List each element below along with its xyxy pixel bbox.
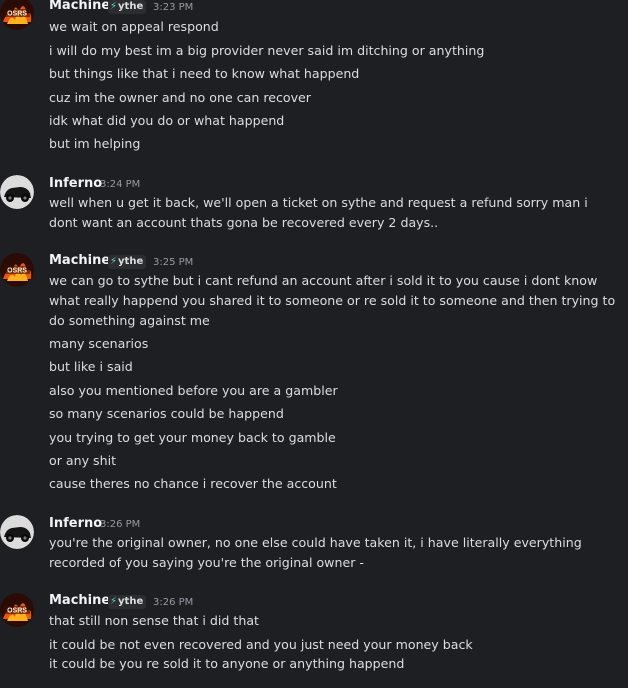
message-text: it could be not even recovered and you j… [49, 637, 473, 652]
message-text: you're the original owner, no one else c… [49, 535, 582, 570]
message-text: or any shit [49, 453, 117, 468]
avatar-machine[interactable]: OSRS [0, 0, 34, 30]
lightning-bolt-icon: ⚡ [110, 256, 118, 267]
message-text: that still non sense that i did that [49, 613, 259, 628]
message-text: so many scenarios could be happend [49, 406, 284, 421]
avatar-machine[interactable]: OSRS [0, 253, 34, 287]
message-text: you trying to get your money back to gam… [49, 430, 336, 445]
message-text: it could be you re sold it to anyone or … [49, 656, 405, 671]
message-text: but like i said [49, 359, 133, 374]
message-text: well when u get it back, we'll open a ti… [49, 195, 588, 230]
message-text: many scenarios [49, 336, 149, 351]
lightning-bolt-icon: ⚡ [110, 596, 118, 607]
avatar-inferno[interactable] [0, 175, 34, 209]
message-text: i will do my best im a big provider neve… [49, 43, 485, 58]
username[interactable]: Machine [49, 0, 110, 13]
avatar-inferno[interactable] [0, 515, 34, 549]
message-text: but things like that i need to know what… [49, 66, 360, 81]
timestamp[interactable]: 3:24 PM [100, 179, 140, 190]
message-text: we can go to sythe but i cant refund an … [49, 273, 616, 328]
message-text: also you mentioned before you are a gamb… [49, 383, 338, 398]
user-tag[interactable]: ⚡ythe [108, 255, 147, 269]
timestamp[interactable]: 3:23 PM [153, 2, 193, 13]
username[interactable]: Inferno [49, 516, 102, 531]
username[interactable]: Machine [49, 253, 110, 268]
timestamp[interactable]: 3:26 PM [153, 597, 193, 608]
chat-message-list: OSRS Machine ⚡ythe 3:23 PM we wait on ap… [0, 0, 628, 688]
message-text: cause theres no chance i recover the acc… [49, 476, 337, 491]
username[interactable]: Machine [49, 593, 110, 608]
message-text: but im helping [49, 136, 141, 151]
avatar-machine[interactable]: OSRS [0, 593, 34, 627]
timestamp[interactable]: 3:25 PM [153, 257, 193, 268]
message-text: idk what did you do or what happend [49, 113, 285, 128]
message-text: cuz im the owner and no one can recover [49, 90, 311, 105]
svg-text:OSRS: OSRS [7, 11, 27, 18]
timestamp[interactable]: 3:26 PM [100, 519, 140, 530]
username[interactable]: Inferno [49, 176, 102, 191]
user-tag[interactable]: ⚡ythe [108, 0, 147, 14]
message-text: we wait on appeal respond [49, 19, 219, 34]
svg-text:OSRS: OSRS [7, 268, 27, 275]
svg-text:OSRS: OSRS [7, 608, 27, 615]
user-tag[interactable]: ⚡ythe [108, 595, 147, 609]
lightning-bolt-icon: ⚡ [110, 1, 118, 12]
